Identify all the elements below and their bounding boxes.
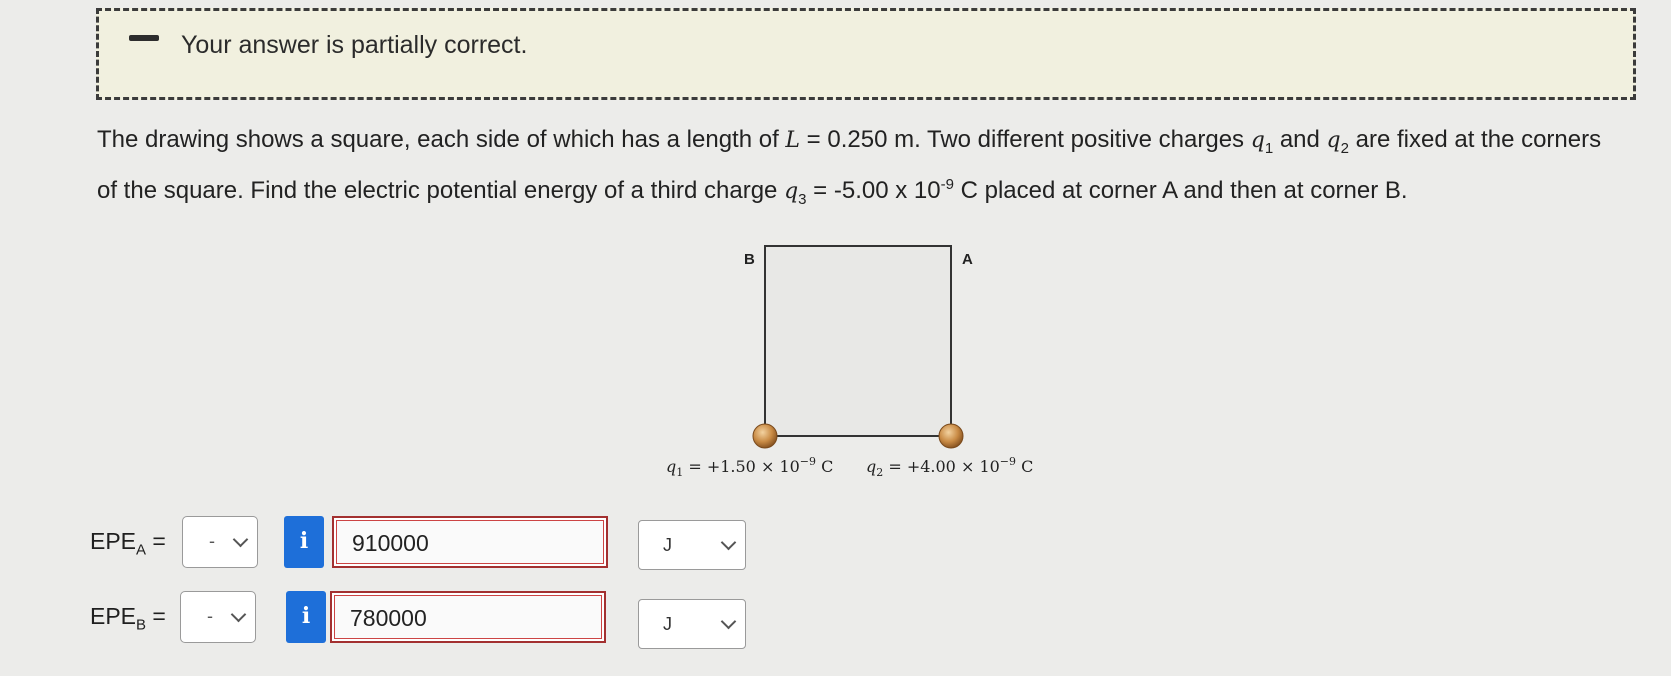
q1-symbol: q: [1250, 128, 1265, 153]
chevron-down-icon: [232, 531, 249, 548]
q2-symbol: q: [1326, 128, 1341, 153]
info-icon: i: [301, 603, 311, 629]
square-diagram: B A q1 = +1.50 × 10−9 C q2 = +4.00 × 10−…: [666, 245, 1033, 476]
problem-text-1: The drawing shows a square, each side of…: [97, 126, 786, 153]
epe-b-value: 780000: [350, 605, 427, 631]
unit-value-b: J: [663, 614, 672, 634]
info-icon: i: [299, 528, 309, 554]
info-button-a[interactable]: i: [284, 516, 324, 568]
problem-text-3: C placed at corner A and then at corner …: [953, 176, 1408, 204]
length-value: = 0.250 m. Two different positive charge…: [800, 126, 1251, 153]
q3-value: = -5.00 x 10: [806, 176, 941, 204]
q2-label: q2 = +4.00 × 10−9 C: [866, 455, 1033, 476]
q3-symbol: q: [784, 178, 799, 204]
length-symbol: L: [785, 128, 801, 153]
epe-a-label: EPEA =: [90, 528, 166, 559]
sign-value-b: -: [207, 606, 213, 626]
chevron-down-icon: [720, 613, 737, 630]
q2-subscript: 2: [1340, 139, 1349, 157]
info-button-b[interactable]: i: [286, 591, 326, 643]
epe-a-value: 910000: [352, 530, 429, 556]
sign-value-a: -: [209, 531, 215, 551]
q1-label: q1 = +1.50 × 10−9 C: [666, 455, 833, 476]
epe-a-input[interactable]: 910000: [332, 516, 608, 568]
unit-select-a[interactable]: J: [638, 520, 746, 570]
problem-statement: The drawing shows a square, each side of…: [97, 122, 1617, 218]
sign-select-b[interactable]: -: [180, 591, 256, 643]
corner-a-label: A: [962, 251, 973, 268]
feedback-message: Your answer is partially correct.: [181, 31, 528, 59]
q3-subscript: 3: [798, 190, 807, 208]
square: [764, 245, 952, 437]
and-text: and: [1273, 126, 1327, 153]
q1-subscript: 1: [1264, 139, 1274, 157]
epe-b-input[interactable]: 780000: [330, 591, 606, 643]
unit-value-a: J: [663, 535, 672, 555]
feedback-banner: Your answer is partially correct.: [96, 8, 1636, 100]
charge-q1: [752, 423, 778, 449]
unit-select-b[interactable]: J: [638, 599, 746, 649]
corner-b-label: B: [744, 251, 755, 268]
epe-b-label: EPEB =: [90, 603, 166, 634]
collapse-dash-icon[interactable]: [129, 35, 159, 41]
chevron-down-icon: [720, 534, 737, 551]
sign-select-a[interactable]: -: [182, 516, 258, 568]
chevron-down-icon: [230, 606, 247, 623]
charge-q2: [938, 423, 964, 449]
q3-exponent: -9: [940, 175, 954, 193]
